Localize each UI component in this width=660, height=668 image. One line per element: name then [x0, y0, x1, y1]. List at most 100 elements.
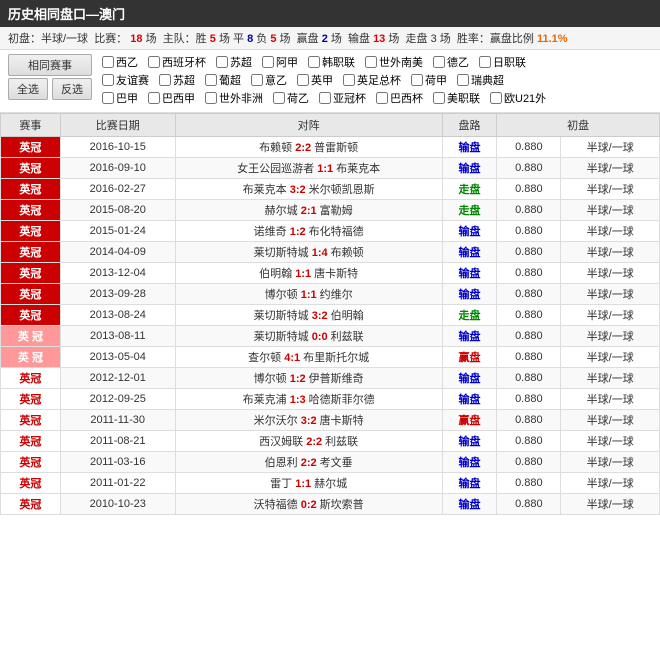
- cell-date: 2016-09-10: [60, 158, 175, 179]
- filter-shiwai[interactable]: 世外非洲: [205, 90, 263, 106]
- filter-xiyi[interactable]: 西乙: [102, 54, 138, 70]
- cell-odds: 0.880: [497, 305, 561, 326]
- cell-odds: 0.880: [497, 389, 561, 410]
- filter-baxi[interactable]: 巴西甲: [148, 90, 195, 106]
- filter-row-1: 西乙 西班牙杯 苏超 阿甲 韩职联 世外南美 德乙 日职联: [102, 54, 554, 70]
- cell-odds: 0.880: [497, 473, 561, 494]
- cell-league: 英冠: [1, 368, 61, 389]
- cell-odds: 0.880: [497, 431, 561, 452]
- filter-meizhi[interactable]: 美职联: [433, 90, 480, 106]
- cell-date: 2015-08-20: [60, 200, 175, 221]
- cell-handicap: 半球/一球: [561, 389, 660, 410]
- cell-date: 2013-12-04: [60, 263, 175, 284]
- cell-match: 布莱克本 3:2 米尔顿凯恩斯: [175, 179, 442, 200]
- cell-date: 2013-05-04: [60, 347, 175, 368]
- cell-date: 2011-01-22: [60, 473, 175, 494]
- cell-match: 莱切斯特城 3:2 伯明翰: [175, 305, 442, 326]
- cell-match: 伯恩利 2:2 考文垂: [175, 452, 442, 473]
- filter-hanzhi[interactable]: 韩职联: [308, 54, 355, 70]
- filter-yachuan[interactable]: 亚冠杯: [319, 90, 366, 106]
- col-panlu: 盘路: [442, 114, 496, 137]
- table-row: 英冠2016-02-27布莱克本 3:2 米尔顿凯恩斯走盘0.880半球/一球: [1, 179, 660, 200]
- filter-xibanyabei[interactable]: 西班牙杯: [148, 54, 206, 70]
- cell-league: 英冠: [1, 242, 61, 263]
- filter-suchaol[interactable]: 苏超: [216, 54, 252, 70]
- cell-handicap: 半球/一球: [561, 137, 660, 158]
- table-row: 英冠2012-09-25布莱克浦 1:3 哈德斯菲尔德输盘0.880半球/一球: [1, 389, 660, 410]
- cell-panlu: 输盘: [442, 263, 496, 284]
- cell-panlu: 输盘: [442, 284, 496, 305]
- cell-panlu: 输盘: [442, 368, 496, 389]
- table-row: 英 冠2013-08-11莱切斯特城 0:0 利兹联输盘0.880半球/一球: [1, 326, 660, 347]
- filter-hejia[interactable]: 荷甲: [411, 72, 447, 88]
- filter-yiyi[interactable]: 意乙: [251, 72, 287, 88]
- cell-odds: 0.880: [497, 263, 561, 284]
- cell-league: 英冠: [1, 263, 61, 284]
- table-row: 英冠2010-10-23沃特福德 0:2 斯坎索普输盘0.880半球/一球: [1, 494, 660, 515]
- table-row: 英冠2014-04-09莱切斯特城 1:4 布赖顿输盘0.880半球/一球: [1, 242, 660, 263]
- cell-match: 博尔顿 1:2 伊普斯维奇: [175, 368, 442, 389]
- cell-handicap: 半球/一球: [561, 494, 660, 515]
- col-match: 对阵: [175, 114, 442, 137]
- cell-handicap: 半球/一球: [561, 347, 660, 368]
- cell-date: 2015-01-24: [60, 221, 175, 242]
- cell-match: 雷丁 1:1 赫尔城: [175, 473, 442, 494]
- filter-yingzong[interactable]: 英足总杯: [343, 72, 401, 88]
- table-row: 英冠2015-08-20赫尔城 2:1 富勒姆走盘0.880半球/一球: [1, 200, 660, 221]
- cell-odds: 0.880: [497, 284, 561, 305]
- filter-rizhilian[interactable]: 日职联: [479, 54, 526, 70]
- filter-deyi[interactable]: 德乙: [433, 54, 469, 70]
- cell-league: 英 冠: [1, 347, 61, 368]
- filter-baxibei[interactable]: 巴西杯: [376, 90, 423, 106]
- filter-row-3: 巴甲 巴西甲 世外非洲 荷乙 亚冠杯 巴西杯 美职联 欧U21外: [102, 90, 554, 106]
- cell-league: 英冠: [1, 410, 61, 431]
- btn-group: 相同赛事 全选 反选: [8, 54, 92, 100]
- filter-section: 相同赛事 全选 反选 西乙 西班牙杯 苏超 阿甲 韩职联 世外南美 德乙 日职联…: [0, 50, 660, 113]
- cell-date: 2010-10-23: [60, 494, 175, 515]
- filter-ouu21[interactable]: 欧U21外: [490, 90, 546, 106]
- cell-handicap: 半球/一球: [561, 158, 660, 179]
- cell-league: 英冠: [1, 452, 61, 473]
- cell-league: 英冠: [1, 158, 61, 179]
- cell-handicap: 半球/一球: [561, 284, 660, 305]
- filter-youyi[interactable]: 友谊赛: [102, 72, 149, 88]
- select-all-button[interactable]: 全选: [8, 78, 48, 100]
- cell-match: 沃特福德 0:2 斯坎索普: [175, 494, 442, 515]
- cell-panlu: 输盘: [442, 137, 496, 158]
- filter-ruidianchao[interactable]: 瑞典超: [457, 72, 504, 88]
- cell-odds: 0.880: [497, 494, 561, 515]
- table-row: 英冠2013-08-24莱切斯特城 3:2 伯明翰走盘0.880半球/一球: [1, 305, 660, 326]
- table-row: 英 冠2013-05-04查尔顿 4:1 布里斯托尔城赢盘0.880半球/一球: [1, 347, 660, 368]
- cell-match: 布赖顿 2:2 普雷斯顿: [175, 137, 442, 158]
- similar-match-button[interactable]: 相同赛事: [8, 54, 92, 76]
- cell-match: 女王公园巡游者 1:1 布莱克本: [175, 158, 442, 179]
- cell-handicap: 半球/一球: [561, 368, 660, 389]
- filter-heyi[interactable]: 荷乙: [273, 90, 309, 106]
- col-initial: 初盘: [497, 114, 660, 137]
- cell-date: 2011-03-16: [60, 452, 175, 473]
- cell-match: 查尔顿 4:1 布里斯托尔城: [175, 347, 442, 368]
- cell-date: 2012-12-01: [60, 368, 175, 389]
- cell-odds: 0.880: [497, 137, 561, 158]
- filter-checkboxes: 西乙 西班牙杯 苏超 阿甲 韩职联 世外南美 德乙 日职联 友谊赛 苏超 葡超 …: [102, 54, 554, 108]
- filter-suchao2[interactable]: 苏超: [159, 72, 195, 88]
- cell-league: 英冠: [1, 431, 61, 452]
- filter-shinam[interactable]: 世外南美: [365, 54, 423, 70]
- cell-odds: 0.880: [497, 452, 561, 473]
- cell-handicap: 半球/一球: [561, 263, 660, 284]
- filter-puchao[interactable]: 葡超: [205, 72, 241, 88]
- filter-yingjia[interactable]: 英甲: [297, 72, 333, 88]
- cell-league: 英冠: [1, 389, 61, 410]
- cell-panlu: 走盘: [442, 179, 496, 200]
- cell-date: 2011-11-30: [60, 410, 175, 431]
- page-title: 历史相同盘口—澳门: [0, 0, 660, 27]
- cell-panlu: 输盘: [442, 389, 496, 410]
- cell-date: 2016-10-15: [60, 137, 175, 158]
- cell-odds: 0.880: [497, 326, 561, 347]
- filter-ayia[interactable]: 阿甲: [262, 54, 298, 70]
- filter-bajia[interactable]: 巴甲: [102, 90, 138, 106]
- invert-button[interactable]: 反选: [52, 78, 92, 100]
- cell-odds: 0.880: [497, 158, 561, 179]
- cell-handicap: 半球/一球: [561, 410, 660, 431]
- cell-handicap: 半球/一球: [561, 221, 660, 242]
